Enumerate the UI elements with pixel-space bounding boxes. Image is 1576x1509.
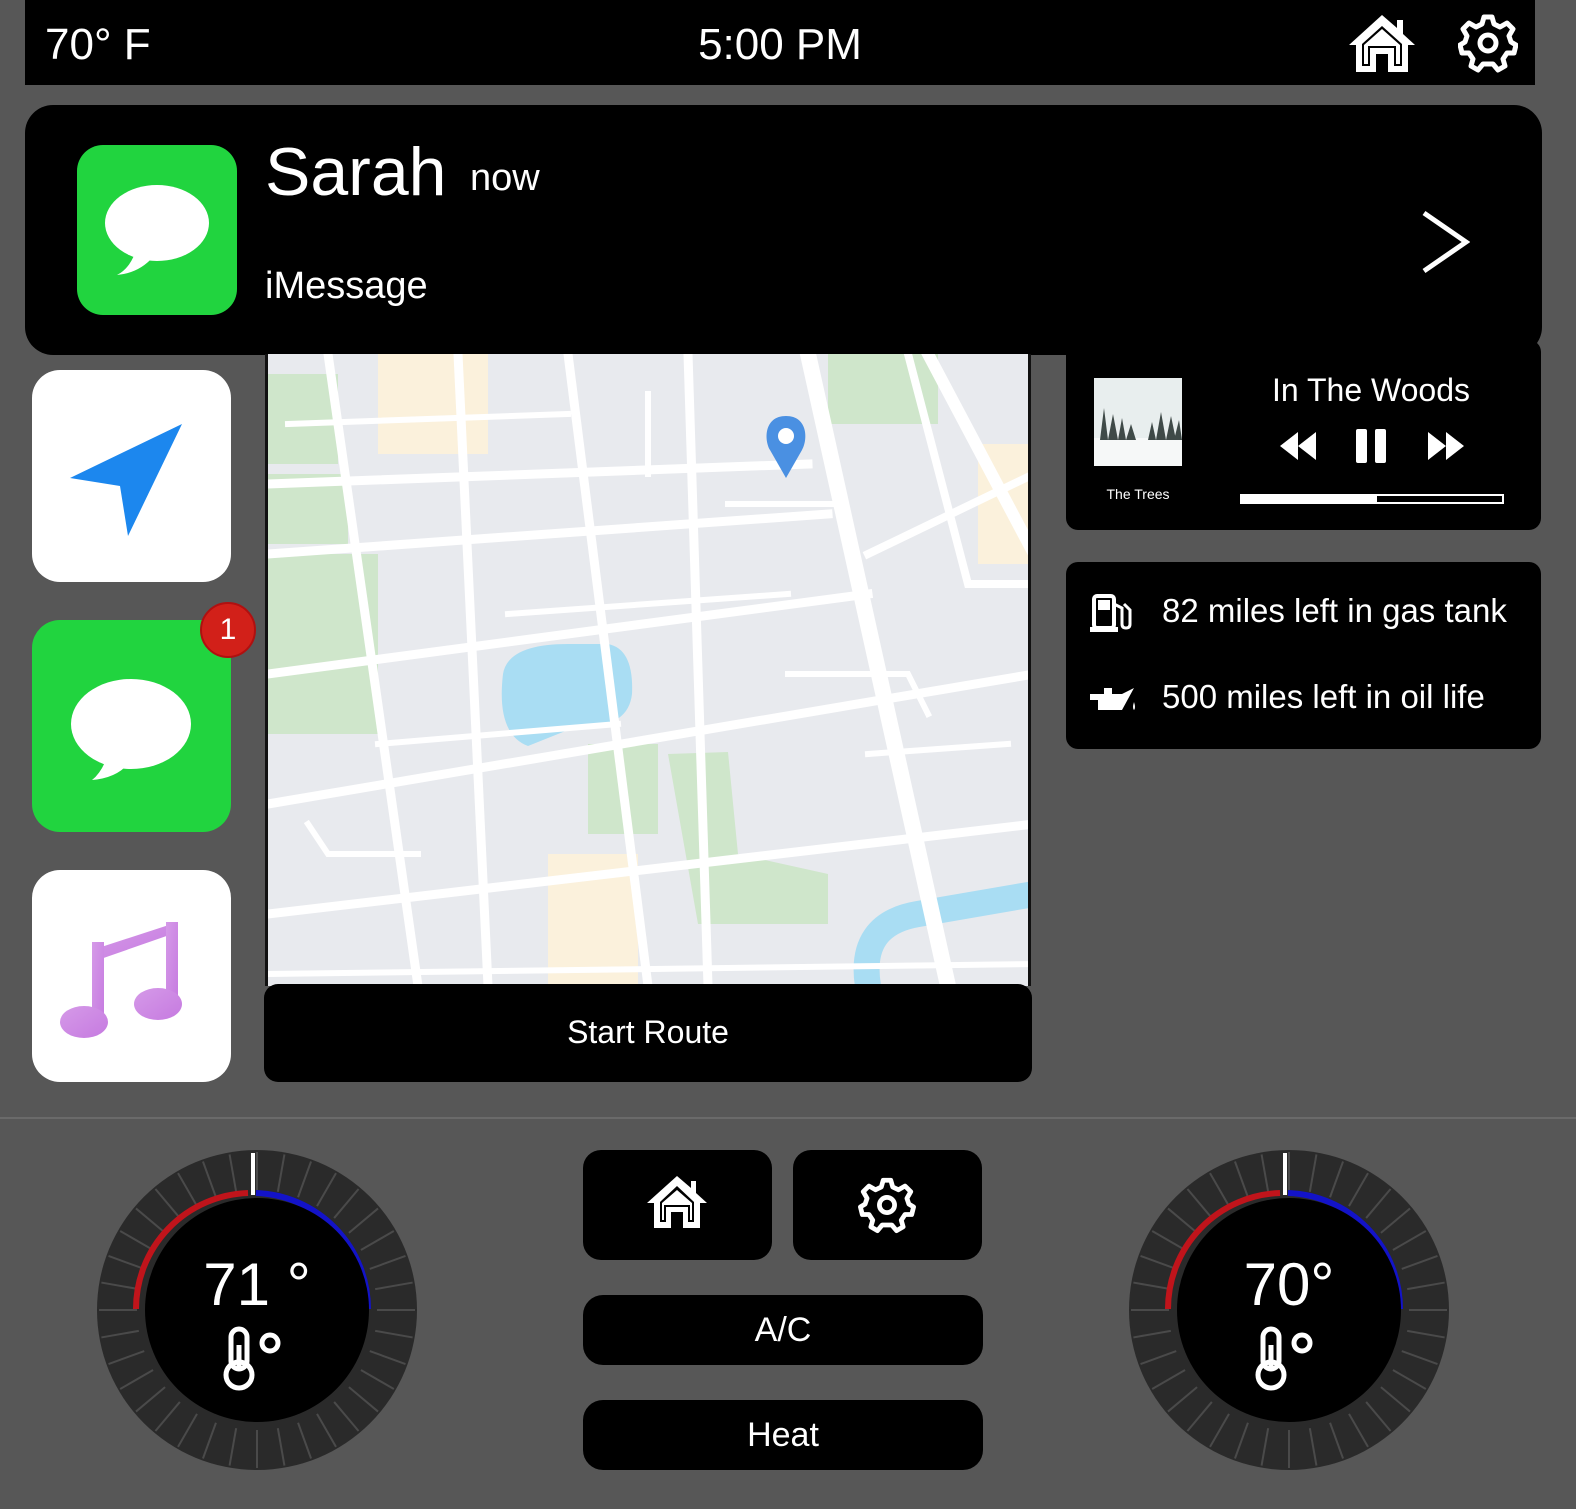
playback-progress-bar[interactable] <box>1240 494 1504 504</box>
speech-bubble-icon <box>71 679 191 780</box>
now-playing-card[interactable]: The Trees In The Woods <box>1066 340 1541 530</box>
gear-icon[interactable] <box>1458 12 1518 74</box>
music-note-icon <box>60 922 182 1038</box>
home-icon <box>647 1176 707 1228</box>
fuel-status-row: 82 miles left in gas tank <box>1088 588 1528 638</box>
ac-button[interactable]: A/C <box>583 1295 983 1365</box>
speech-bubble-icon <box>105 185 209 275</box>
navigation-app-button[interactable] <box>32 370 231 582</box>
navigation-arrow-icon <box>70 424 182 536</box>
right-temperature-value: 70° <box>1243 1251 1335 1318</box>
fuel-status-text: 82 miles left in gas tank <box>1162 592 1507 629</box>
song-title: In The Woods <box>1271 372 1471 408</box>
music-app-button[interactable] <box>32 870 231 1082</box>
notification-time: now <box>470 157 540 199</box>
album-title: The Trees <box>1106 486 1170 502</box>
clock: 5:00 PM <box>698 20 862 69</box>
pause-icon[interactable] <box>1354 426 1388 466</box>
left-temperature-value: 71 ° <box>203 1251 311 1318</box>
snowy-trees-image <box>1094 378 1182 466</box>
map-view[interactable] <box>265 354 1031 986</box>
heat-button[interactable]: Heat <box>583 1400 983 1470</box>
oil-status-row: 500 miles left in oil life <box>1088 674 1528 724</box>
chevron-right-icon[interactable] <box>1420 205 1470 280</box>
album-art <box>1094 378 1182 466</box>
left-temperature-dial[interactable]: 71 ° <box>92 1145 422 1475</box>
settings-button[interactable] <box>793 1150 982 1260</box>
messages-app-button[interactable]: 1 <box>32 602 256 832</box>
map-illustration <box>268 354 1028 986</box>
status-bar: 70° F 5:00 PM <box>25 0 1535 85</box>
section-divider <box>0 1117 1576 1119</box>
fast-forward-icon[interactable] <box>1426 426 1466 466</box>
home-button[interactable] <box>583 1150 772 1260</box>
thermometer-icon <box>1255 1326 1313 1391</box>
gear-icon <box>858 1177 916 1234</box>
unread-badge: 1 <box>200 602 256 658</box>
vehicle-status-card: 82 miles left in gas tank 500 miles left… <box>1066 562 1541 749</box>
home-icon[interactable] <box>1347 12 1417 74</box>
message-notification[interactable]: Sarah now iMessage <box>25 105 1542 355</box>
start-route-button[interactable]: Start Route <box>264 984 1032 1082</box>
notification-sender: Sarah <box>265 134 447 210</box>
oil-can-icon <box>1090 688 1135 710</box>
thermometer-icon <box>223 1326 281 1391</box>
rewind-icon[interactable] <box>1278 426 1318 466</box>
fuel-pump-icon <box>1090 594 1132 632</box>
oil-status-text: 500 miles left in oil life <box>1162 678 1485 715</box>
playback-progress-fill <box>1242 496 1378 502</box>
messages-app-icon <box>77 145 237 315</box>
right-temperature-dial[interactable]: 70° <box>1124 1145 1454 1475</box>
notification-app: iMessage <box>265 265 428 307</box>
